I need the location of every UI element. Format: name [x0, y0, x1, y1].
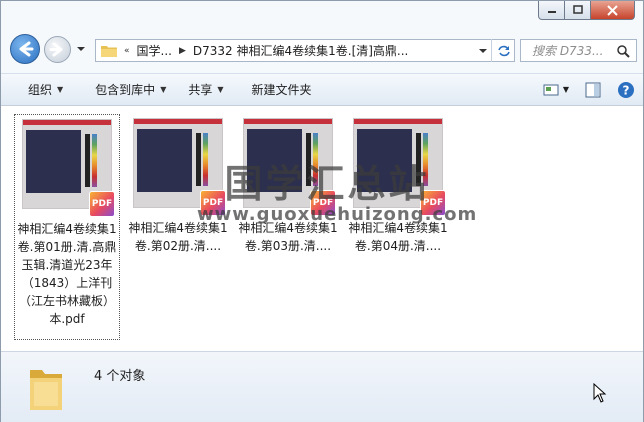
item-count: 4 个对象: [94, 369, 146, 384]
back-button[interactable]: [10, 34, 40, 64]
chevron-down-icon: ▼: [160, 85, 167, 94]
organize-button[interactable]: 组织 ▼: [1, 74, 73, 105]
back-arrow-icon: [19, 41, 34, 57]
chevron-down-icon: ▼: [217, 85, 224, 94]
include-in-library-label: 包含到库中: [95, 83, 156, 97]
new-folder-button[interactable]: 新建文件夹: [234, 74, 322, 105]
file-name: 神相汇编4卷续集1卷.第01册.清.高鼎玉辑.清道光23年（1843）上洋刊（江…: [17, 222, 117, 326]
search-input[interactable]: 搜索 D733...: [532, 42, 616, 59]
search-box[interactable]: 搜索 D733...: [520, 39, 637, 62]
maximize-button[interactable]: [565, 1, 591, 20]
recent-pages-chevron-down-icon[interactable]: [75, 43, 87, 55]
refresh-button[interactable]: [479, 39, 516, 62]
pdf-file-icon: PDF: [420, 190, 446, 216]
navigation-row: « 国学... ▶ D7332 神相汇编4卷续集1卷.[清]高鼎... 搜索 D…: [1, 31, 644, 69]
new-folder-label: 新建文件夹: [251, 83, 312, 97]
breadcrumb-item-guoxue[interactable]: 国学...: [137, 42, 172, 59]
caption-buttons: [538, 1, 635, 20]
breadcrumb-overflow[interactable]: «: [124, 46, 130, 56]
address-bar[interactable]: « 国学... ▶ D7332 神相汇编4卷续集1卷.[清]高鼎...: [95, 39, 515, 62]
file-name: 神相汇编4卷续集1卷.第04册.清....: [348, 221, 448, 253]
refresh-icon: [498, 45, 510, 56]
explorer-window: « 国学... ▶ D7332 神相汇编4卷续集1卷.[清]高鼎... 搜索 D…: [0, 0, 644, 422]
pdf-file-icon: PDF: [200, 190, 226, 216]
breadcrumb-item-current-folder[interactable]: D7332 神相汇编4卷续集1卷.[清]高鼎...: [193, 42, 409, 59]
pdf-file-icon: PDF: [89, 191, 115, 217]
file-name: 神相汇编4卷续集1卷.第03册.清....: [238, 221, 338, 253]
change-view-icon[interactable]: [543, 83, 559, 97]
minimize-icon: [547, 11, 556, 13]
chevron-down-icon: ▼: [57, 85, 64, 94]
folder-icon: [30, 370, 62, 410]
minimize-button[interactable]: [538, 1, 565, 20]
svg-text:?: ?: [623, 83, 630, 97]
pdf-thumbnail: PDF: [133, 118, 226, 216]
file-item[interactable]: PDF 神相汇编4卷续集1卷.第03册.清....: [235, 114, 341, 255]
view-controls: ▼ ?: [543, 74, 635, 105]
search-icon[interactable]: [616, 44, 630, 58]
close-icon: [607, 4, 618, 16]
share-button[interactable]: 共享 ▼: [176, 74, 233, 105]
breadcrumb-separator-icon[interactable]: ▶: [179, 46, 186, 56]
pdf-file-icon: PDF: [310, 190, 336, 216]
include-in-library-button[interactable]: 包含到库中 ▼: [73, 74, 176, 105]
mouse-cursor-icon: [593, 383, 607, 403]
folder-icon: [101, 46, 117, 57]
command-bar: 组织 ▼ 包含到库中 ▼ 共享 ▼ 新建文件夹 ▼ ?: [1, 73, 643, 106]
pdf-thumbnail: PDF: [22, 119, 115, 217]
preview-pane-icon[interactable]: [585, 82, 601, 98]
view-options-chevron-down-icon[interactable]: ▼: [563, 85, 569, 94]
file-item[interactable]: PDF 神相汇编4卷续集1卷.第02册.清....: [125, 114, 231, 255]
file-name: 神相汇编4卷续集1卷.第02册.清....: [128, 221, 228, 253]
file-item[interactable]: PDF 神相汇编4卷续集1卷.第04册.清....: [345, 114, 451, 255]
close-button[interactable]: [591, 1, 635, 20]
forward-arrow-icon: [49, 42, 63, 57]
maximize-icon: [572, 5, 583, 14]
file-list: PDF 神相汇编4卷续集1卷.第01册.清.高鼎玉辑.清道光23年（1843）上…: [1, 106, 643, 351]
help-icon[interactable]: ?: [617, 81, 635, 99]
pdf-thumbnail: PDF: [353, 118, 446, 216]
forward-button[interactable]: [44, 36, 71, 63]
details-pane: 4 个对象: [1, 351, 643, 422]
organize-label: 组织: [28, 83, 53, 97]
pdf-thumbnail: PDF: [243, 118, 336, 216]
address-dropdown-chevron-down-icon[interactable]: [478, 46, 488, 56]
file-item[interactable]: PDF 神相汇编4卷续集1卷.第01册.清.高鼎玉辑.清道光23年（1843）上…: [14, 114, 120, 340]
share-label: 共享: [188, 83, 213, 97]
